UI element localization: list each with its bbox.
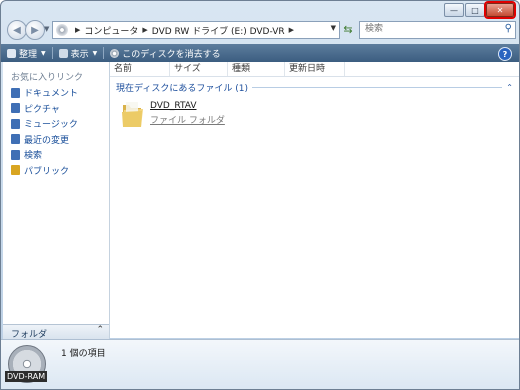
favorite-label: 最近の変更 xyxy=(24,135,70,146)
pictures-icon xyxy=(11,103,20,114)
column-header-name[interactable]: 名前 xyxy=(110,62,170,76)
search-input[interactable] xyxy=(360,22,495,36)
close-icon: ✕ xyxy=(496,5,504,15)
maximize-icon: □ xyxy=(471,5,479,15)
favorite-recent-changes[interactable]: 最近の変更 xyxy=(11,132,78,148)
favorite-label: 検索 xyxy=(24,151,43,162)
address-row: ◀ ▶ ▼ ▶ コンピュータ ▶ DVD RW ドライブ (E:) DVD-VR… xyxy=(1,19,519,41)
column-header-type[interactable]: 種類 xyxy=(228,62,285,76)
folder-icon xyxy=(122,102,143,127)
help-button[interactable]: ? xyxy=(498,47,512,61)
address-bar[interactable]: ▶ コンピュータ ▶ DVD RW ドライブ (E:) DVD-VR ▶ ▼ xyxy=(52,21,340,39)
group-header[interactable]: 現在ディスクにあるファイル (1) ⌃ xyxy=(116,81,513,94)
views-label: 表示 xyxy=(70,49,89,60)
breadcrumb-separator-icon[interactable]: ▶ xyxy=(142,26,147,34)
favorite-search[interactable]: 検索 xyxy=(11,147,78,163)
search-box[interactable]: ⚲ xyxy=(359,21,516,39)
views-button[interactable]: 表示 ▼ xyxy=(53,47,104,60)
item-count: 1 個の項目 xyxy=(61,349,106,359)
erase-disc-icon xyxy=(110,48,120,58)
close-button[interactable]: ✕ xyxy=(486,3,514,17)
breadcrumb-separator-icon[interactable]: ▶ xyxy=(289,26,294,34)
views-icon xyxy=(58,48,68,58)
column-header-size[interactable]: サイズ xyxy=(170,62,228,76)
chevron-up-icon: ⌃ xyxy=(96,325,104,335)
music-icon xyxy=(11,118,20,129)
caption-buttons: — □ ✕ xyxy=(443,3,514,17)
favorite-documents[interactable]: ドキュメント xyxy=(11,85,78,101)
favorite-music[interactable]: ミュージック xyxy=(11,116,78,132)
file-name: DVD_RTAV xyxy=(150,101,197,111)
breadcrumb-computer[interactable]: コンピュータ xyxy=(84,24,138,37)
explorer-window: — □ ✕ ◀ ▶ ▼ ▶ コンピュータ ▶ DVD RW ドライブ (E:) … xyxy=(0,0,520,390)
search-icon[interactable]: ⚲ xyxy=(505,23,512,34)
list-item[interactable]: DVD_RTAV ファイル フォルダ xyxy=(118,100,238,130)
folders-toggle[interactable]: フォルダ ⌃ xyxy=(3,324,109,340)
back-button[interactable]: ◀ xyxy=(7,20,27,40)
erase-disc-button[interactable]: このディスクを消去する xyxy=(104,47,226,60)
navigation-pane: お気に入りリンク ドキュメント ピクチャ ミュージック 最近の変更 検索 パブリ… xyxy=(3,62,110,338)
erase-disc-label: このディスクを消去する xyxy=(122,49,221,60)
breadcrumb-dvd-drive[interactable]: DVD RW ドライブ (E:) DVD-VR xyxy=(152,24,285,37)
documents-icon xyxy=(11,87,20,98)
file-type: ファイル フォルダ xyxy=(150,116,225,126)
favorite-public[interactable]: パブリック xyxy=(11,163,78,179)
organize-label: 整理 xyxy=(19,49,38,60)
file-list-pane: 名前 サイズ 種類 更新日時 現在ディスクにあるファイル (1) ⌃ DVD_R… xyxy=(110,62,519,338)
help-icon: ? xyxy=(502,49,508,59)
drive-label: DVD-RAM xyxy=(5,371,48,382)
public-icon xyxy=(11,165,20,176)
favorite-pictures[interactable]: ピクチャ xyxy=(11,101,78,117)
chevron-up-icon: ⌃ xyxy=(506,82,513,92)
column-headers: 名前 サイズ 種類 更新日時 xyxy=(110,62,519,77)
search-folder-icon xyxy=(11,149,20,160)
refresh-button[interactable]: ⇆ xyxy=(341,22,355,36)
forward-button[interactable]: ▶ xyxy=(25,20,45,40)
favorite-label: ピクチャ xyxy=(24,104,60,115)
minimize-button[interactable]: — xyxy=(444,3,464,17)
group-divider xyxy=(251,86,503,88)
favorites-heading: お気に入りリンク xyxy=(11,73,84,83)
forward-arrow-icon: ▶ xyxy=(31,24,39,36)
details-pane: DVD-RAM 1 個の項目 xyxy=(1,339,519,389)
column-header-modified[interactable]: 更新日時 xyxy=(285,62,345,76)
favorite-label: パブリック xyxy=(24,166,70,177)
maximize-button[interactable]: □ xyxy=(465,3,485,17)
recent-pages-dropdown-icon[interactable]: ▼ xyxy=(44,25,49,33)
back-arrow-icon: ◀ xyxy=(13,24,21,36)
title-bar[interactable]: — □ ✕ xyxy=(1,1,519,17)
recent-changes-icon xyxy=(11,134,20,145)
chevron-down-icon: ▼ xyxy=(41,49,46,57)
breadcrumb-separator-icon[interactable]: ▶ xyxy=(75,26,80,34)
favorites-list: ドキュメント ピクチャ ミュージック 最近の変更 検索 パブリック xyxy=(11,85,78,178)
favorite-label: ドキュメント xyxy=(24,89,79,100)
refresh-icon: ⇆ xyxy=(343,22,353,36)
command-toolbar: 整理 ▼ 表示 ▼ このディスクを消去する ? xyxy=(1,44,519,62)
favorite-label: ミュージック xyxy=(24,120,78,131)
chevron-down-icon: ▼ xyxy=(92,49,98,57)
organize-button[interactable]: 整理 ▼ xyxy=(1,47,52,60)
minimize-icon: — xyxy=(450,5,458,15)
dvd-drive-icon xyxy=(56,24,68,36)
group-title: 現在ディスクにあるファイル (1) xyxy=(116,83,248,94)
address-dropdown-icon[interactable]: ▼ xyxy=(331,24,336,32)
organize-icon xyxy=(7,48,16,58)
